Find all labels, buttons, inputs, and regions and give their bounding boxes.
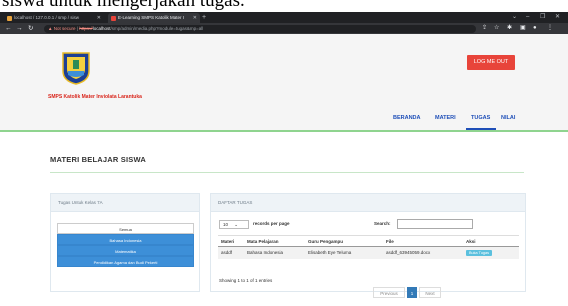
subject-all-button[interactable]: Semua: [57, 223, 194, 234]
close-icon[interactable]: ✕: [193, 13, 197, 23]
reload-icon[interactable]: ↻: [28, 23, 33, 34]
subject-matematika-button[interactable]: Matematika: [57, 245, 194, 256]
records-per-page-label: records per page: [253, 221, 290, 226]
back-arrow-icon[interactable]: ←: [5, 23, 12, 34]
minimize-icon[interactable]: –: [526, 12, 529, 23]
table-row: asddf Bahasa Indonesia Elisabeth Eye Tel…: [218, 246, 519, 259]
share-icon[interactable]: ⇪: [482, 23, 487, 34]
table-header-row: Materi Mata Pelajaran Guru Pengampu File…: [218, 235, 519, 247]
star-icon[interactable]: ☆: [494, 23, 499, 34]
table-info: Showing 1 to 1 of 1 entries: [219, 278, 273, 283]
address-bar-row: ← → ↻ ▲ Not secure | https://localhost/s…: [0, 23, 568, 34]
search-input[interactable]: [397, 219, 473, 229]
url-path: /smp/admin/media.php?module=tugas&mp=all: [110, 25, 204, 31]
caption-text: siswa untuk mengerjakan tugas.: [2, 0, 245, 11]
chevron-down-icon[interactable]: ⌄: [512, 12, 517, 23]
title-divider: [50, 172, 524, 173]
phpmyadmin-icon: [7, 15, 12, 21]
subject-agama-button[interactable]: Pendidikan Agama dan Budi Pekerti: [57, 256, 194, 267]
panel-title: DAFTAR TUGAS: [211, 194, 525, 212]
column-header[interactable]: Materi: [218, 235, 244, 247]
tab-label: localhost / 127.0.0.1 / smp / sisw: [14, 15, 80, 20]
nav-nilai[interactable]: NILAI: [501, 115, 515, 121]
nav-beranda[interactable]: BERANDA: [393, 115, 421, 121]
warning-icon: ▲: [48, 25, 53, 31]
cell-mapel: Bahasa Indonesia: [244, 246, 305, 259]
next-page-button[interactable]: Next: [419, 287, 441, 298]
column-header[interactable]: Guru Pengampu: [305, 235, 383, 247]
chevron-down-icon: ⌄: [234, 222, 239, 227]
cell-aksi: Buka Tugas: [463, 246, 519, 259]
maximize-icon[interactable]: ❐: [540, 12, 545, 23]
profile-avatar-icon[interactable]: ●: [533, 23, 537, 34]
extensions-icon[interactable]: ✱: [507, 23, 512, 34]
panel-title: Tugas Untuk Kelas 7A: [51, 194, 199, 212]
not-secure-label: Not secure: [53, 25, 76, 31]
url-scheme: https://: [79, 25, 93, 31]
records-per-page-select[interactable]: 10 ⌄: [219, 220, 249, 229]
school-name: SMPS Katolik Mater Inviolata Larantuka: [48, 94, 142, 100]
url-field[interactable]: ▲ Not secure | https://localhost/smp/adm…: [44, 24, 476, 33]
forward-arrow-icon[interactable]: →: [16, 23, 23, 34]
logout-button[interactable]: LOG ME OUT: [467, 55, 515, 70]
elearning-icon: [111, 15, 116, 21]
cell-guru: Elisabeth Eye Teluma: [305, 246, 383, 259]
subject-filter-panel: Tugas Untuk Kelas 7A Semua Bahasa Indone…: [50, 193, 200, 292]
new-tab-button[interactable]: +: [202, 12, 206, 23]
nav-materi[interactable]: MATERI: [435, 115, 456, 121]
column-header[interactable]: File: [383, 235, 463, 247]
caption-strip: siswa untuk mengerjakan tugas.: [0, 0, 568, 12]
nav-tugas[interactable]: TUGAS: [471, 115, 490, 121]
cell-materi: asddf: [218, 246, 244, 259]
url-host: localhost: [92, 25, 111, 31]
column-header[interactable]: Mata Pelajaran: [244, 235, 305, 247]
tab-phpmyadmin[interactable]: localhost / 127.0.0.1 / smp / sisw ✕: [4, 13, 104, 23]
close-icon[interactable]: ✕: [97, 13, 101, 23]
page-title: MATERI BELAJAR SISWA: [50, 155, 146, 164]
close-window-icon[interactable]: ✕: [555, 12, 560, 23]
nav-active-indicator: [466, 128, 496, 130]
browser-tab-bar: localhost / 127.0.0.1 / smp / sisw ✕ E-L…: [0, 12, 568, 23]
records-per-page-value: 10: [223, 222, 229, 227]
previous-page-button[interactable]: Previous: [373, 287, 405, 298]
page-1-button[interactable]: 1: [407, 287, 417, 298]
site-header: SMPS Katolik Mater Inviolata Larantuka L…: [0, 34, 568, 130]
school-logo: [62, 52, 90, 85]
sidebar-icon[interactable]: ▣: [520, 23, 526, 34]
open-task-button[interactable]: Buka Tugas: [466, 249, 493, 256]
nav-divider: [0, 130, 568, 132]
column-header[interactable]: Aksi: [463, 235, 519, 247]
cell-file[interactable]: asddf_63945059.docx: [383, 246, 463, 259]
tab-label: E-Learning SMPS Katolik Mater I: [118, 15, 185, 20]
task-list-panel: DAFTAR TUGAS 10 ⌄ records per page Searc…: [210, 193, 526, 298]
task-table: Materi Mata Pelajaran Guru Pengampu File…: [218, 235, 519, 259]
search-label: Search:: [374, 221, 391, 226]
subject-bahasa-indonesia-button[interactable]: Bahasa Indonesia: [57, 234, 194, 245]
tab-elearning[interactable]: E-Learning SMPS Katolik Mater I ✕: [108, 13, 200, 23]
menu-icon[interactable]: ⋮: [547, 23, 553, 34]
